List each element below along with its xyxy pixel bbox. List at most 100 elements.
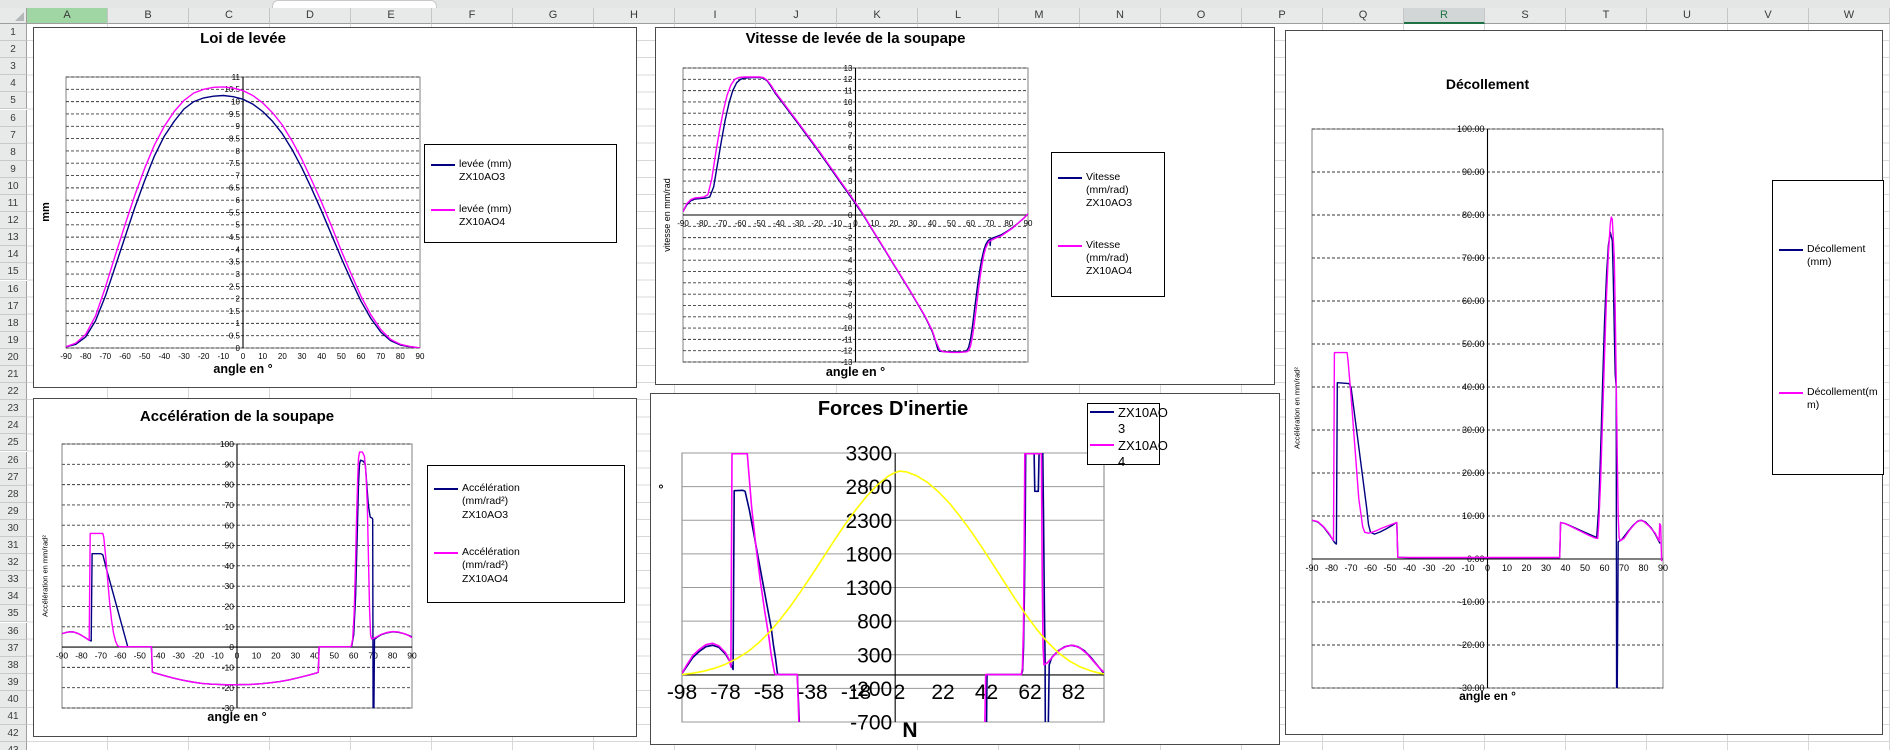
legend-line-sample (1090, 411, 1114, 413)
row-header-37[interactable]: 37 (0, 639, 27, 657)
chart-title: Décollement (1445, 76, 1530, 92)
row-header-33[interactable]: 33 (0, 571, 27, 589)
row-header-24[interactable]: 24 (0, 417, 27, 435)
column-header-U[interactable]: U (1647, 8, 1728, 24)
column-header-Q[interactable]: Q (1323, 8, 1404, 24)
row-header-8[interactable]: 8 (0, 143, 27, 161)
legend-line-sample (431, 208, 455, 211)
row-header-6[interactable]: 6 (0, 109, 27, 127)
chart-title: Forces D'inertie (817, 398, 969, 420)
row-header-36[interactable]: 36 (0, 622, 27, 640)
legend-label: Accélération (mm/rad²) ZX10AO3 (462, 482, 520, 521)
legend-label: levée (mm) ZX10AO3 (459, 158, 512, 184)
legend-line-sample (1058, 177, 1082, 180)
y-axis-title: mm (40, 202, 52, 222)
legend-line-sample (434, 552, 458, 555)
row-header-38[interactable]: 38 (0, 656, 27, 674)
row-header-27[interactable]: 27 (0, 468, 27, 486)
column-header-M[interactable]: M (999, 8, 1080, 24)
row-header-28[interactable]: 28 (0, 485, 27, 503)
x-axis-title: angle en ° (825, 365, 886, 379)
column-header-K[interactable]: K (837, 8, 918, 24)
legend-item: Vitesse (mm/rad) ZX10AO4 (1058, 239, 1158, 278)
legend-item: levée (mm) ZX10AO3 (431, 158, 610, 184)
row-header-26[interactable]: 26 (0, 451, 27, 469)
row-header-14[interactable]: 14 (0, 246, 27, 264)
row-header-16[interactable]: 16 (0, 280, 27, 298)
column-header-C[interactable]: C (189, 8, 270, 24)
row-header-40[interactable]: 40 (0, 690, 27, 708)
legend-line-sample (1058, 244, 1082, 247)
column-header-E[interactable]: E (351, 8, 432, 24)
row-header-42[interactable]: 42 (0, 725, 27, 743)
column-header-D[interactable]: D (270, 8, 351, 24)
row-header-12[interactable]: 12 (0, 212, 27, 230)
chart-forces-inertie[interactable] (650, 393, 1280, 745)
row-header-31[interactable]: 31 (0, 537, 27, 555)
column-header-I[interactable]: I (675, 8, 756, 24)
column-header-O[interactable]: O (1161, 8, 1242, 24)
row-header-22[interactable]: 22 (0, 383, 27, 401)
row-header-7[interactable]: 7 (0, 126, 27, 144)
y-axis-title: Accélération en mm/rad² (40, 535, 50, 617)
chart-vitesse-de-levee[interactable] (655, 27, 1275, 385)
column-header-N[interactable]: N (1080, 8, 1161, 24)
column-header-H[interactable]: H (594, 8, 675, 24)
row-header-21[interactable]: 21 (0, 366, 27, 384)
column-header-S[interactable]: S (1485, 8, 1566, 24)
legend-label: Décollement (mm) (1807, 243, 1866, 269)
row-header-43[interactable]: 43 (0, 742, 27, 750)
column-header-B[interactable]: B (108, 8, 189, 24)
row-header-15[interactable]: 15 (0, 263, 27, 281)
row-header-2[interactable]: 2 (0, 41, 27, 59)
column-header-J[interactable]: J (756, 8, 837, 24)
row-header-9[interactable]: 9 (0, 160, 27, 178)
row-header-39[interactable]: 39 (0, 673, 27, 691)
legend-label: Vitesse (mm/rad) ZX10AO4 (1086, 238, 1133, 277)
chart-legend: Décollement (mm) Décollement(m m) (1772, 180, 1884, 475)
row-header-13[interactable]: 13 (0, 229, 27, 247)
row-header-3[interactable]: 3 (0, 58, 27, 76)
legend-item: levée (mm) ZX10AO4 (431, 203, 610, 229)
column-header-P[interactable]: P (1242, 8, 1323, 24)
legend-item: Accélération (mm/rad²) ZX10AO4 (434, 546, 618, 585)
row-header-20[interactable]: 20 (0, 348, 27, 366)
row-header-29[interactable]: 29 (0, 502, 27, 520)
legend-label: Accélération (mm/rad²) ZX10AO4 (462, 546, 520, 585)
row-header-4[interactable]: 4 (0, 75, 27, 93)
row-header-10[interactable]: 10 (0, 177, 27, 195)
row-header-25[interactable]: 25 (0, 434, 27, 452)
legend-item: ZX10AO 4 (1090, 438, 1168, 471)
column-header-L[interactable]: L (918, 8, 999, 24)
column-header-F[interactable]: F (432, 8, 513, 24)
x-axis-title: angle en ° (213, 362, 273, 376)
chart-title: Vitesse de levée de la soupape (745, 30, 966, 47)
row-header-32[interactable]: 32 (0, 554, 27, 572)
legend-line-sample (431, 164, 455, 167)
column-header-W[interactable]: W (1809, 8, 1890, 24)
row-header-1[interactable]: 1 (0, 24, 27, 42)
row-header-23[interactable]: 23 (0, 400, 27, 418)
x-axis-title: angle en ° (207, 710, 267, 724)
legend-label: levée (mm) ZX10AO4 (459, 202, 512, 228)
x-axis-title: angle en ° (1459, 689, 1516, 703)
column-header-A[interactable]: A (27, 8, 108, 24)
column-header-G[interactable]: G (513, 8, 594, 24)
chart-legend: ZX10AO 3 ZX10AO 4 (1087, 403, 1168, 469)
column-header-R[interactable]: R (1404, 8, 1485, 24)
chart-title: Accélération de la soupape (139, 408, 335, 425)
row-header-34[interactable]: 34 (0, 588, 27, 606)
row-header-17[interactable]: 17 (0, 297, 27, 315)
row-header-11[interactable]: 11 (0, 195, 27, 213)
column-header-V[interactable]: V (1728, 8, 1809, 24)
row-header-18[interactable]: 18 (0, 314, 27, 332)
row-header-19[interactable]: 19 (0, 331, 27, 349)
y-axis-title: ° (658, 481, 664, 497)
column-header-T[interactable]: T (1566, 8, 1647, 24)
row-header-30[interactable]: 30 (0, 519, 27, 537)
legend-item: Décollement (mm) (1779, 243, 1877, 269)
row-header-41[interactable]: 41 (0, 708, 27, 726)
row-header-35[interactable]: 35 (0, 605, 27, 623)
select-all-corner[interactable] (0, 8, 27, 24)
row-header-5[interactable]: 5 (0, 92, 27, 110)
